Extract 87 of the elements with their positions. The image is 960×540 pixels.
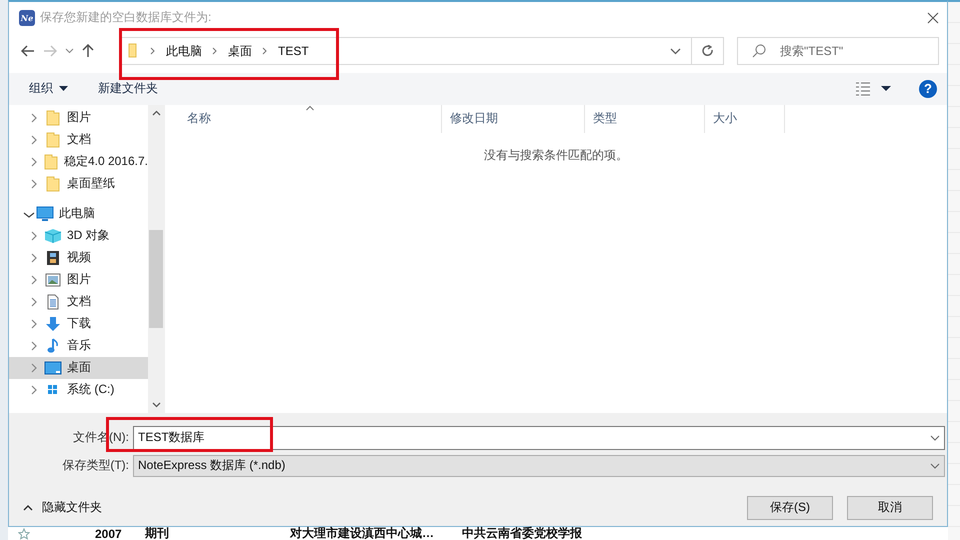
chevron-right-icon	[262, 46, 268, 56]
breadcrumb-item[interactable]: TEST	[278, 44, 309, 58]
breadcrumb-item[interactable]: 桌面	[228, 42, 252, 60]
monitor-icon	[36, 206, 54, 222]
chevron-right-icon[interactable]	[29, 384, 39, 396]
column-header[interactable]: 名称	[179, 104, 442, 133]
dropdown-triangle-icon[interactable]	[881, 86, 891, 92]
down-arrow-icon	[45, 316, 61, 332]
up-arrow-icon[interactable]	[82, 44, 94, 58]
refresh-icon[interactable]	[702, 44, 714, 58]
tree-item[interactable]: 系统 (C:)	[9, 378, 148, 401]
tree-item[interactable]: 文档	[9, 128, 148, 151]
sort-caret-icon	[306, 104, 314, 111]
address-bar[interactable]: 此电脑 桌面 TEST	[119, 37, 691, 66]
empty-message: 没有与搜索条件匹配的项。	[484, 146, 628, 164]
tree-item[interactable]: 视频	[9, 246, 148, 269]
document-icon	[46, 294, 60, 310]
dropdown-triangle-icon	[59, 86, 68, 92]
chevron-right-icon[interactable]	[29, 112, 39, 124]
windows-logo-icon	[47, 384, 59, 396]
table-cell: 对大理市建设滇西中心城…	[290, 526, 434, 540]
tree-item[interactable]: 文档	[9, 290, 148, 313]
file-type-dropdown[interactable]: NoteExpress 数据库 (*.ndb)	[133, 454, 945, 477]
chevron-right-icon[interactable]	[29, 178, 39, 190]
dropdown-chevron-icon[interactable]	[670, 48, 681, 55]
table-cell: 2007	[95, 526, 122, 540]
dropdown-value: NoteExpress 数据库 (*.ndb)	[138, 457, 286, 474]
save-button[interactable]: 保存(S)	[747, 496, 833, 520]
hide-folders-toggle[interactable]: 隐藏文件夹	[21, 497, 104, 518]
window-title: 保存您新建的空白数据库文件为:	[40, 9, 212, 26]
folder-icon	[46, 132, 60, 148]
chevron-right-icon[interactable]	[29, 362, 39, 374]
chevron-right-icon[interactable]	[29, 340, 39, 352]
app-logo: Ne	[19, 10, 35, 26]
back-arrow-icon[interactable]	[21, 45, 35, 58]
chevron-right-icon[interactable]	[29, 274, 39, 286]
search-field[interactable]: 搜索"TEST"	[737, 37, 939, 66]
chevron-right-icon[interactable]	[29, 156, 39, 168]
search-placeholder: 搜索"TEST"	[780, 42, 844, 60]
tree-item[interactable]: 图片	[9, 268, 148, 291]
chevron-right-icon[interactable]	[29, 134, 39, 146]
tree-item[interactable]: 桌面	[9, 356, 148, 379]
folder-icon	[46, 176, 60, 192]
desktop-icon	[44, 360, 62, 375]
folder-icon	[46, 110, 60, 126]
tree-item[interactable]: 桌面壁纸	[9, 172, 148, 195]
chevron-up-icon	[23, 504, 33, 511]
view-list-icon[interactable]	[855, 82, 871, 96]
chevron-right-icon[interactable]	[29, 318, 39, 330]
organize-menu-button[interactable]: 组织	[27, 76, 70, 102]
music-note-icon	[47, 338, 59, 354]
cancel-button[interactable]: 取消	[847, 496, 933, 520]
field-value: TEST数据库	[138, 429, 206, 446]
search-icon	[752, 44, 766, 58]
column-header[interactable]: 修改日期	[442, 104, 585, 133]
folder-icon	[44, 154, 58, 170]
breadcrumb-item[interactable]: 此电脑	[166, 42, 202, 60]
picture-icon	[45, 272, 61, 287]
field-label: 保存类型(T):	[61, 457, 130, 474]
tree-item[interactable]: 图片	[9, 106, 148, 129]
chevron-right-icon[interactable]	[29, 296, 39, 308]
table-cell: 期刊	[145, 526, 169, 540]
dropdown-chevron-icon[interactable]	[930, 434, 940, 441]
table-cell: 中共云南省委党校学报	[462, 526, 582, 540]
tree-item[interactable]: 下载	[9, 312, 148, 335]
file-name-field[interactable]: TEST数据库	[133, 426, 945, 450]
scroll-up-icon[interactable]	[152, 110, 160, 116]
tree-item[interactable]: 3D 对象	[9, 224, 148, 247]
star-icon	[18, 528, 30, 540]
tree-item[interactable]: 稳定4.0 2016.7.	[9, 150, 148, 173]
tree-item[interactable]: 此电脑	[9, 202, 148, 225]
column-header[interactable]: 大小	[705, 104, 785, 133]
column-header[interactable]: 类型	[585, 104, 705, 133]
cube-icon	[44, 228, 62, 244]
help-button[interactable]: ?	[919, 80, 937, 98]
tree-item[interactable]: 音乐	[9, 334, 148, 357]
chevron-right-icon	[212, 46, 218, 56]
new-folder-button[interactable]: 新建文件夹	[96, 76, 160, 102]
recent-chevron-icon[interactable]	[65, 48, 74, 54]
film-icon	[46, 250, 60, 266]
chevron-right-icon	[150, 46, 156, 56]
close-icon[interactable]	[927, 12, 939, 24]
dropdown-chevron-icon[interactable]	[930, 462, 940, 469]
scrollbar[interactable]	[148, 104, 164, 413]
chevron-right-icon[interactable]	[29, 230, 39, 242]
chevron-right-icon[interactable]	[29, 252, 39, 264]
scroll-down-icon[interactable]	[152, 402, 160, 408]
